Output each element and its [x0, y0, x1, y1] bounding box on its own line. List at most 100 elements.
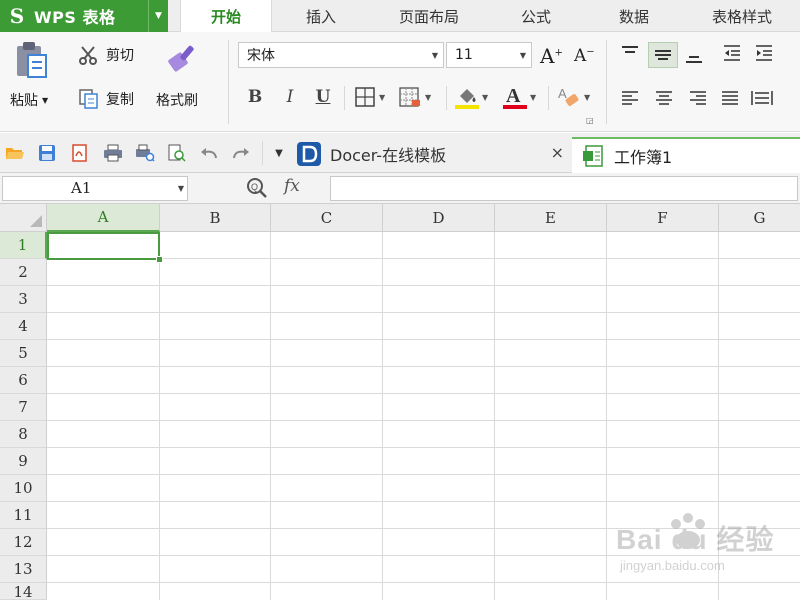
cell-style-button[interactable]: ▼	[398, 86, 431, 108]
row-header-6[interactable]: 6	[0, 367, 47, 394]
customize-qa-dropdown-icon[interactable]: ▼	[268, 143, 290, 163]
gridline	[47, 555, 800, 556]
font-name-select[interactable]: 宋体 ▼	[238, 42, 444, 68]
gridline	[47, 393, 800, 394]
font-size-select[interactable]: 11 ▼	[446, 42, 532, 68]
save-button[interactable]	[36, 143, 58, 163]
row-header-14[interactable]: 14	[0, 583, 47, 600]
gridline	[47, 420, 800, 421]
cut-button[interactable]: 剪切	[78, 44, 134, 66]
font-size-dropdown-icon: ▼	[519, 50, 527, 60]
cut-label: 剪切	[106, 48, 134, 64]
decrease-font-size-button[interactable]: A−	[574, 46, 595, 66]
ribbon-separator	[228, 40, 229, 124]
print-button[interactable]	[102, 143, 124, 163]
docer-tab-label: Docer-在线模板	[330, 146, 447, 165]
decrease-indent-button[interactable]	[720, 42, 744, 64]
gridline	[382, 232, 383, 600]
copy-button[interactable]: 复制	[78, 88, 134, 110]
copy-icon	[79, 89, 98, 109]
name-box-value: A1	[71, 179, 92, 197]
undo-button[interactable]	[198, 143, 220, 163]
format-painter-label: 格式刷	[156, 93, 198, 109]
font-name-value: 宋体	[247, 48, 275, 64]
borders-button[interactable]: ▼	[354, 86, 385, 108]
distributed-align-button[interactable]	[750, 87, 774, 109]
row-header-9[interactable]: 9	[0, 448, 47, 475]
row-header-11[interactable]: 11	[0, 502, 47, 529]
increase-indent-button[interactable]	[752, 42, 776, 64]
increase-font-size-button[interactable]: A+	[540, 44, 563, 68]
app-menu-dropdown-icon[interactable]: ▼	[148, 0, 168, 32]
export-pdf-icon	[72, 144, 87, 162]
clear-dropdown-icon: ▼	[584, 92, 591, 102]
row-header-4[interactable]: 4	[0, 313, 47, 340]
workbook-tab[interactable]: 工作簿1	[572, 137, 800, 173]
print-preview-button[interactable]	[134, 143, 156, 163]
row-header-5[interactable]: 5	[0, 340, 47, 367]
column-header-a[interactable]: A	[47, 204, 160, 232]
insert-function-button[interactable]: fx	[284, 176, 300, 196]
fill-handle[interactable]	[156, 256, 163, 263]
align-left-button[interactable]	[618, 87, 642, 109]
fill-color-button[interactable]: ▼	[454, 84, 488, 110]
paste-label: 粘贴	[10, 93, 38, 109]
format-painter-icon-button[interactable]	[166, 40, 204, 78]
tab-formulas[interactable]: 公式	[488, 0, 584, 32]
redo-button[interactable]	[230, 143, 252, 163]
formula-input[interactable]	[330, 176, 798, 201]
app-menu-button[interactable]: S WPS 表格 ▼	[0, 0, 168, 32]
row-header-3[interactable]: 3	[0, 286, 47, 313]
column-header-b[interactable]: B	[160, 204, 271, 232]
font-settings-launcher-icon[interactable]: ◲	[586, 116, 594, 125]
tab-home[interactable]: 开始	[180, 0, 272, 33]
wps-logo-icon: S	[9, 4, 25, 28]
zoom-formula-button[interactable]: Q	[246, 177, 268, 199]
row-header-7[interactable]: 7	[0, 394, 47, 421]
export-pdf-button[interactable]	[68, 143, 90, 163]
tab-insert[interactable]: 插入	[272, 0, 370, 32]
spreadsheet-file-icon	[583, 145, 603, 167]
format-painter-button[interactable]: 格式刷	[156, 90, 198, 110]
tab-data[interactable]: 数据	[584, 0, 684, 32]
column-header-c[interactable]: C	[271, 204, 383, 232]
paste-button[interactable]	[14, 40, 56, 80]
row-header-10[interactable]: 10	[0, 475, 47, 502]
clear-format-button[interactable]: A ▼	[556, 84, 590, 110]
column-header-g[interactable]: G	[719, 204, 800, 232]
row-header-1[interactable]: 1	[0, 232, 47, 259]
open-button[interactable]	[4, 143, 26, 163]
name-box-dropdown-icon[interactable]: ▼	[178, 177, 184, 200]
align-right-button[interactable]	[686, 87, 710, 109]
docer-tab-close-icon[interactable]: ×	[551, 143, 564, 162]
align-top-button[interactable]	[618, 42, 642, 64]
paste-menu-button[interactable]: 粘贴 ▼	[10, 90, 48, 110]
tab-table-style[interactable]: 表格样式	[684, 0, 800, 32]
column-header-f[interactable]: F	[607, 204, 719, 232]
align-bottom-button[interactable]	[682, 46, 706, 68]
gridline	[718, 232, 719, 600]
row-header-12[interactable]: 12	[0, 529, 47, 556]
page-preview-button[interactable]	[166, 143, 188, 163]
row-header-8[interactable]: 8	[0, 421, 47, 448]
select-all-corner[interactable]	[0, 204, 47, 232]
underline-button[interactable]: U	[310, 84, 336, 110]
name-box[interactable]: A1 ▼	[2, 176, 188, 201]
row-header-2[interactable]: 2	[0, 259, 47, 286]
column-header-d[interactable]: D	[383, 204, 495, 232]
svg-text:A: A	[558, 86, 567, 101]
active-cell-a1[interactable]	[47, 232, 160, 260]
spreadsheet-grid[interactable]: A B C D E F G 1 2 3 4 5 6 7 8 9 10 11 12…	[0, 204, 800, 600]
tab-page-layout[interactable]: 页面布局	[370, 0, 488, 32]
align-middle-button[interactable]	[648, 42, 678, 68]
docer-tab[interactable]: Docer-在线模板 ×	[296, 137, 570, 171]
row-header-13[interactable]: 13	[0, 556, 47, 583]
bold-button[interactable]: B	[242, 84, 268, 110]
font-color-button[interactable]: A ▼	[502, 84, 536, 110]
font-size-value: 11	[455, 47, 473, 63]
justify-button[interactable]	[718, 87, 742, 109]
column-header-e[interactable]: E	[495, 204, 607, 232]
align-center-button[interactable]	[652, 87, 676, 109]
paint-bucket-icon	[455, 89, 479, 109]
italic-button[interactable]: I	[277, 84, 303, 110]
